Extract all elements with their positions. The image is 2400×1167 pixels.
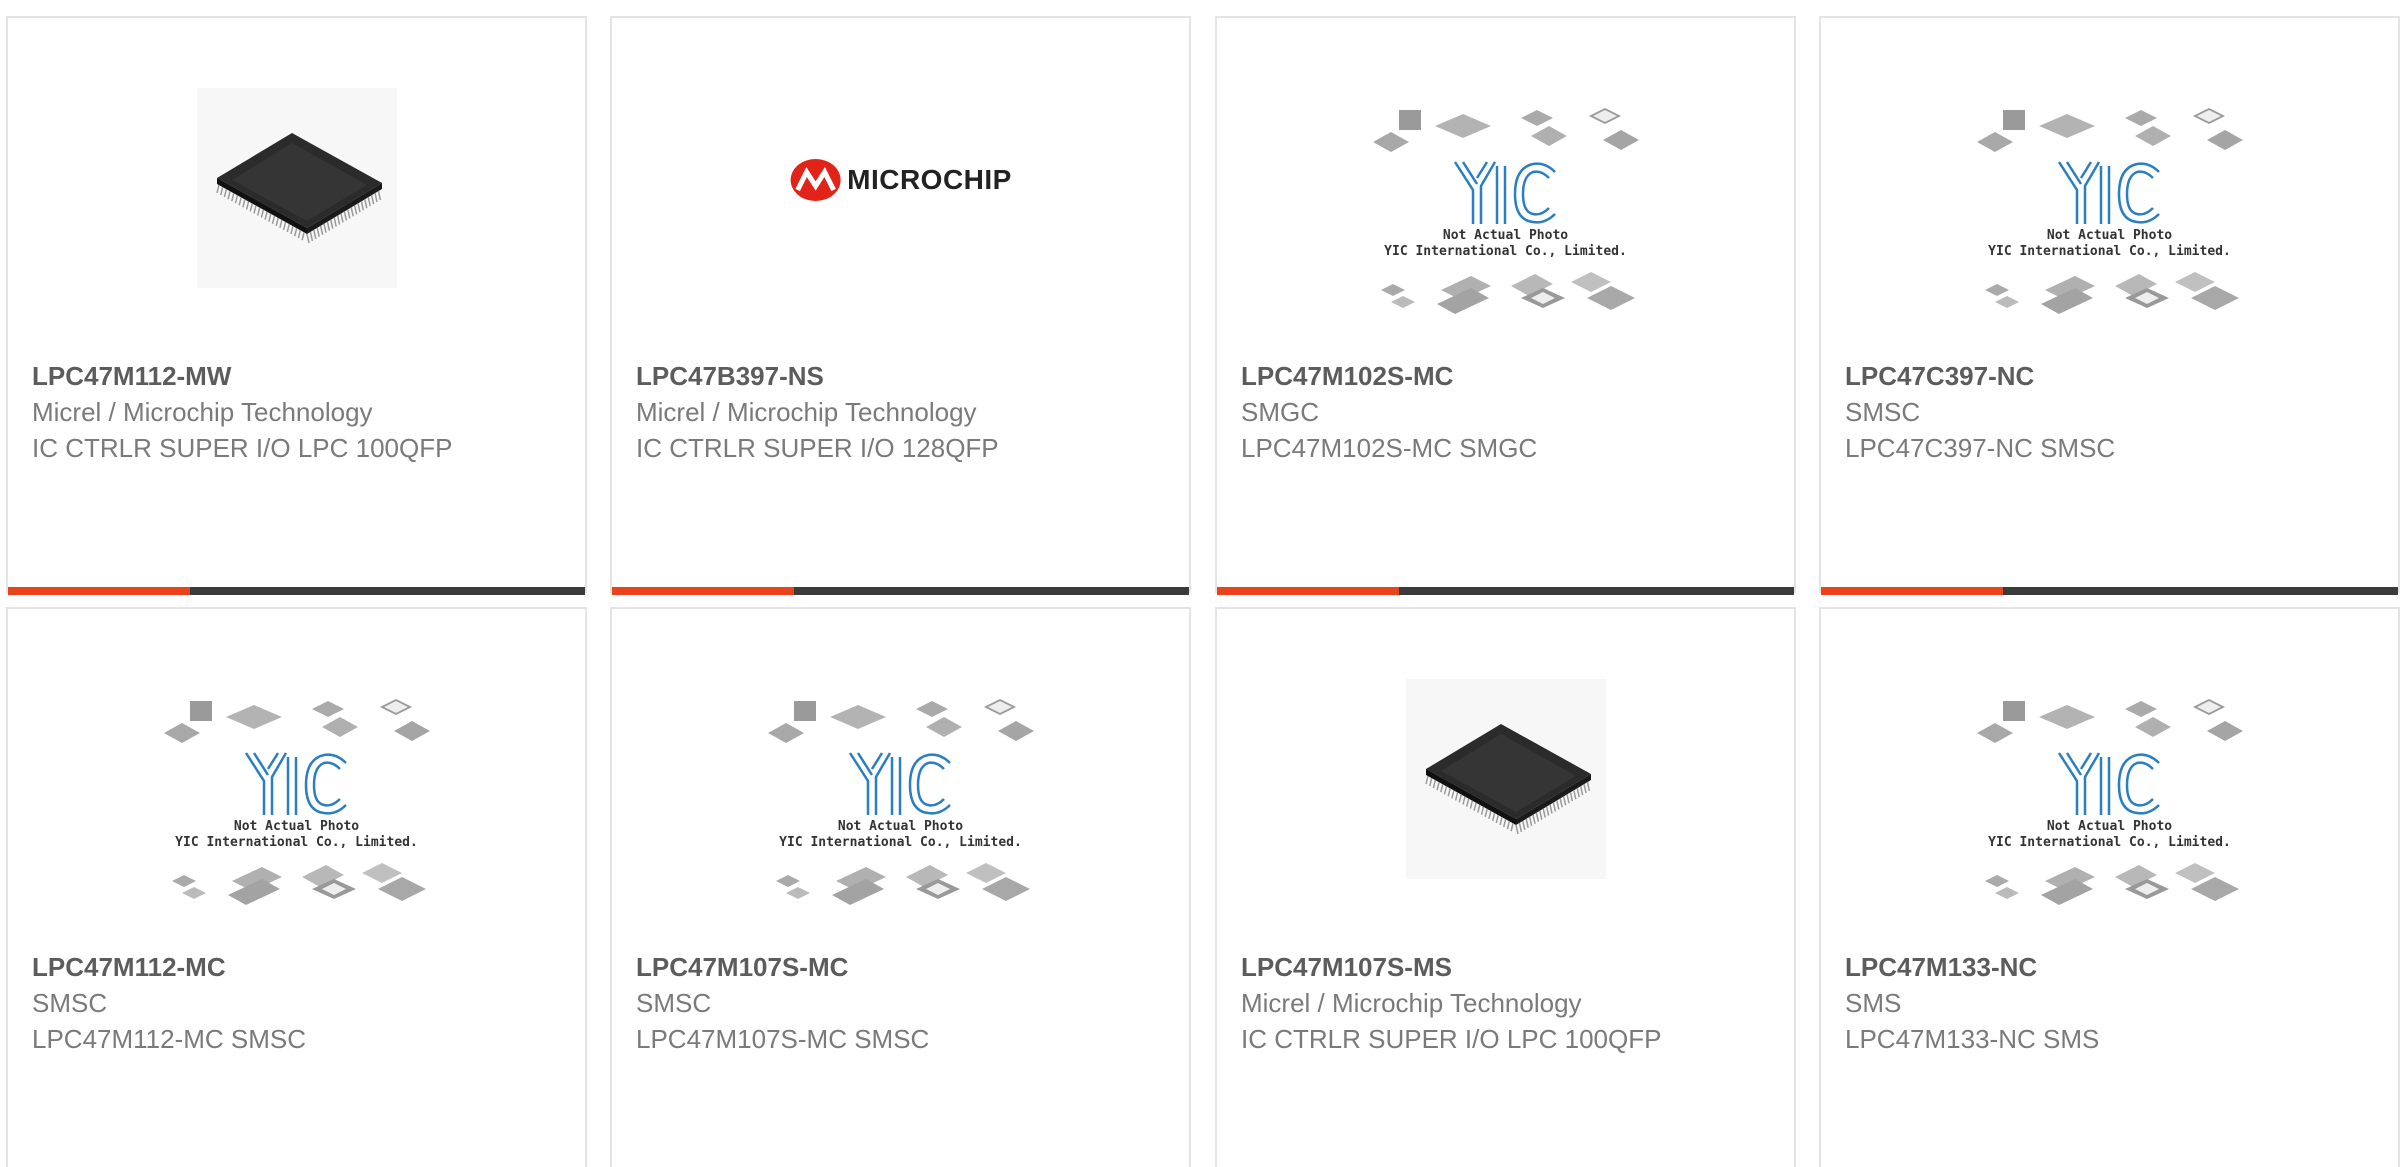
product-info: LPC47M112-MC SMSC LPC47M112-MC SMSC	[32, 949, 565, 1057]
yic-logo	[1453, 161, 1556, 224]
description: LPC47C397-NC SMSC	[1845, 433, 2116, 463]
manufacturer: Micrel / Microchip Technology	[636, 397, 977, 427]
product-card[interactable]: LPC47M107S-MS Micrel / Microchip Technol…	[1215, 607, 1796, 1167]
product-image[interactable]: Not Actual Photo YIC International Co., …	[761, 697, 1041, 909]
placeholder-note-line2: YIC International Co., Limited.	[1384, 244, 1627, 259]
placeholder-note-line1: Not Actual Photo	[2046, 819, 2173, 834]
package-icons-top	[767, 699, 1034, 743]
placeholder-note-line2: YIC International Co., Limited.	[1988, 244, 2231, 259]
microchip-logo-icon	[790, 159, 841, 201]
yic-logo	[2057, 752, 2160, 815]
package-icons-top	[1976, 108, 2243, 152]
placeholder-note-line1: Not Actual Photo	[233, 819, 360, 834]
product-card[interactable]: Not Actual Photo YIC International Co., …	[610, 607, 1191, 1167]
yic-logo	[2057, 161, 2160, 224]
product-info: LPC47M107S-MC SMSC LPC47M107S-MC SMSC	[636, 949, 1169, 1057]
package-icons-top	[1976, 699, 2243, 743]
microchip-logo-text: MICROCHIP	[847, 164, 1012, 195]
card-bottom-bar	[1821, 587, 2398, 595]
package-icons-bottom	[1984, 863, 2239, 905]
card-accent-bar	[612, 587, 794, 595]
description: IC CTRLR SUPER I/O LPC 100QFP	[1241, 1024, 1662, 1054]
manufacturer: SMSC	[1845, 397, 1921, 427]
manufacturer: SMSC	[32, 988, 108, 1018]
card-accent-bar	[1821, 587, 2003, 595]
package-icons-bottom	[171, 863, 426, 905]
placeholder-note-line2: YIC International Co., Limited.	[779, 835, 1022, 850]
product-info: LPC47M112-MW Micrel / Microchip Technolo…	[32, 358, 565, 466]
description: IC CTRLR SUPER I/O 128QFP	[636, 433, 999, 463]
description: LPC47M133-NC SMS	[1845, 1024, 2100, 1054]
manufacturer: SMGC	[1241, 397, 1319, 427]
product-image[interactable]	[196, 88, 397, 288]
package-icons-top	[163, 699, 430, 743]
product-info: LPC47M107S-MS Micrel / Microchip Technol…	[1241, 949, 1774, 1057]
part-number[interactable]: LPC47M107S-MS	[1241, 949, 1774, 985]
product-info: LPC47C397-NC SMSC LPC47C397-NC SMSC	[1845, 358, 2378, 466]
part-number[interactable]: LPC47M102S-MC	[1241, 358, 1774, 394]
part-number[interactable]: LPC47M112-MW	[32, 358, 565, 394]
placeholder-image: Not Actual Photo YIC International Co., …	[1970, 106, 2250, 318]
product-card[interactable]: Not Actual Photo YIC International Co., …	[1819, 16, 2400, 595]
description: LPC47M107S-MC SMSC	[636, 1024, 930, 1054]
card-accent-bar	[1217, 587, 1399, 595]
product-card[interactable]: Not Actual Photo YIC International Co., …	[1819, 607, 2400, 1167]
placeholder-note-line1: Not Actual Photo	[2046, 228, 2173, 243]
chip-photo-image	[196, 88, 397, 288]
card-bottom-bar	[1217, 587, 1794, 595]
product-image[interactable]: Not Actual Photo YIC International Co., …	[1970, 106, 2250, 318]
placeholder-note-line2: YIC International Co., Limited.	[175, 835, 418, 850]
placeholder-note-line2: YIC International Co., Limited.	[1988, 835, 2231, 850]
package-icons-bottom	[1380, 272, 1635, 314]
card-bottom-bar	[8, 587, 585, 595]
chip-photo-image	[1405, 679, 1606, 879]
microchip-logo: MICROCHIP	[789, 158, 1012, 202]
product-image[interactable]: Not Actual Photo YIC International Co., …	[1970, 697, 2250, 909]
manufacturer: Micrel / Microchip Technology	[1241, 988, 1582, 1018]
product-image[interactable]: Not Actual Photo YIC International Co., …	[1366, 106, 1646, 318]
description: LPC47M102S-MC SMGC	[1241, 433, 1538, 463]
product-info: LPC47B397-NS Micrel / Microchip Technolo…	[636, 358, 1169, 466]
product-card[interactable]: MICROCHIP LPC47B397-NS Micrel / Microchi…	[610, 16, 1191, 595]
manufacturer: SMSC	[636, 988, 712, 1018]
package-icons-top	[1372, 108, 1639, 152]
description: LPC47M112-MC SMSC	[32, 1024, 307, 1054]
product-card[interactable]: LPC47M112-MW Micrel / Microchip Technolo…	[6, 16, 587, 595]
product-info: LPC47M133-NC SMS LPC47M133-NC SMS	[1845, 949, 2378, 1057]
product-image[interactable]	[1405, 679, 1606, 879]
placeholder-image: Not Actual Photo YIC International Co., …	[1366, 106, 1646, 318]
placeholder-image: Not Actual Photo YIC International Co., …	[157, 697, 437, 909]
package-icons-bottom	[775, 863, 1030, 905]
package-icons-bottom	[1984, 272, 2239, 314]
product-info: LPC47M102S-MC SMGC LPC47M102S-MC SMGC	[1241, 358, 1774, 466]
description: IC CTRLR SUPER I/O LPC 100QFP	[32, 433, 453, 463]
placeholder-note-line1: Not Actual Photo	[1442, 228, 1569, 243]
manufacturer: SMS	[1845, 988, 1902, 1018]
product-card[interactable]: Not Actual Photo YIC International Co., …	[6, 607, 587, 1167]
placeholder-image: Not Actual Photo YIC International Co., …	[1970, 697, 2250, 909]
yic-logo	[848, 752, 951, 815]
part-number[interactable]: LPC47M112-MC	[32, 949, 565, 985]
card-accent-bar	[8, 587, 190, 595]
part-number[interactable]: LPC47B397-NS	[636, 358, 1169, 394]
placeholder-image: Not Actual Photo YIC International Co., …	[761, 697, 1041, 909]
part-number[interactable]: LPC47M133-NC	[1845, 949, 2378, 985]
manufacturer: Micrel / Microchip Technology	[32, 397, 373, 427]
product-image[interactable]: MICROCHIP	[789, 158, 1012, 202]
part-number[interactable]: LPC47M107S-MC	[636, 949, 1169, 985]
placeholder-note-line1: Not Actual Photo	[837, 819, 964, 834]
part-number[interactable]: LPC47C397-NC	[1845, 358, 2378, 394]
product-card[interactable]: Not Actual Photo YIC International Co., …	[1215, 16, 1796, 595]
product-image[interactable]: Not Actual Photo YIC International Co., …	[157, 697, 437, 909]
yic-logo	[244, 752, 347, 815]
card-bottom-bar	[612, 587, 1189, 595]
